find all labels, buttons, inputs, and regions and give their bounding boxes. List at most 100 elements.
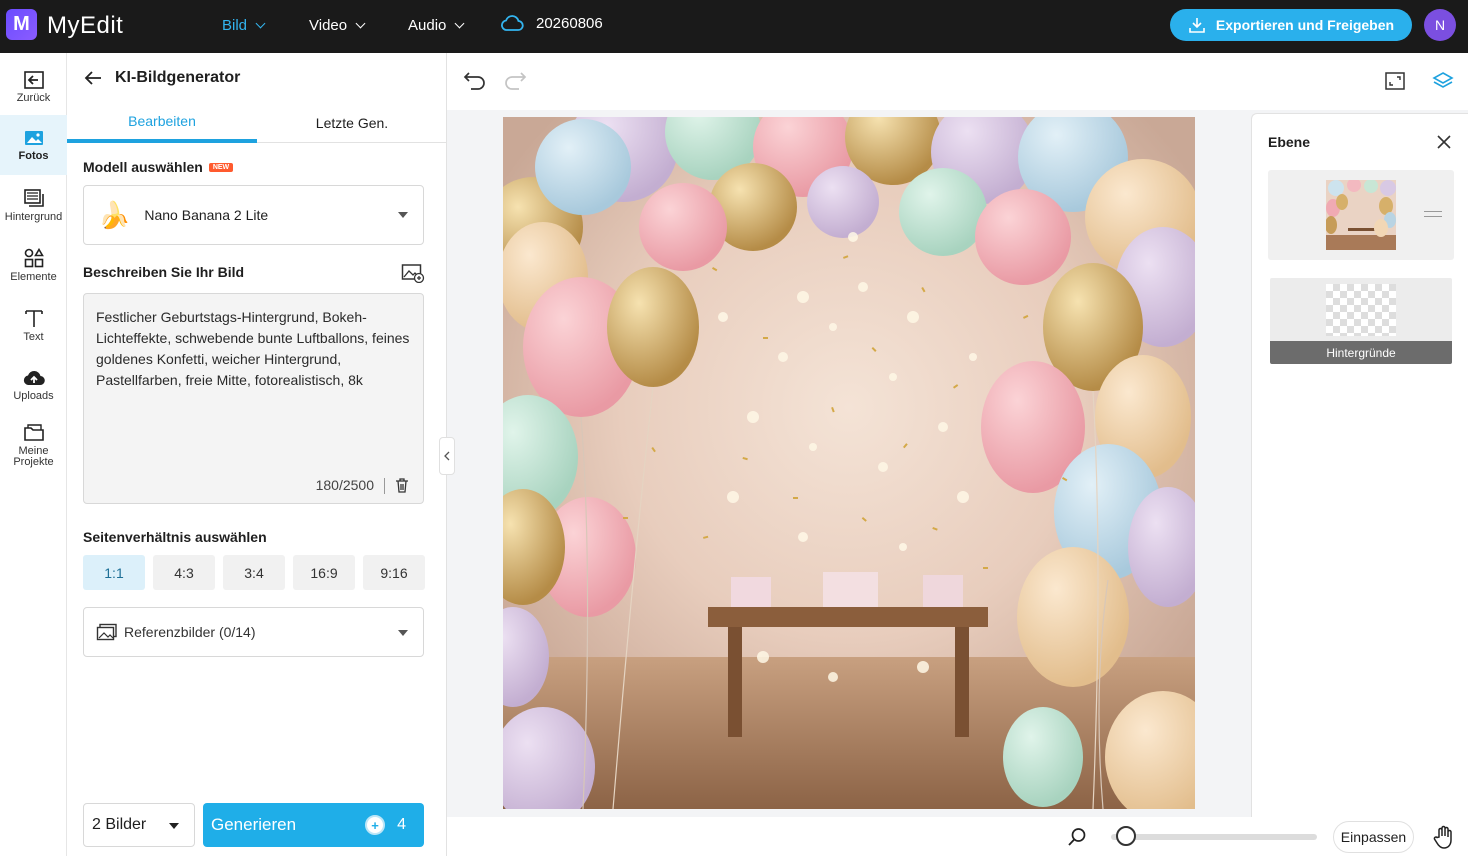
nav-video[interactable]: Video [309, 17, 366, 34]
panel-title: KI-Bildgenerator [115, 69, 241, 86]
background-label: Hintergründe [1270, 341, 1452, 364]
panel-header: KI-Bildgenerator [83, 69, 240, 87]
project-title: 20260806 [536, 14, 603, 32]
zoom-slider-track[interactable] [1111, 834, 1317, 840]
nav-label: Bild [222, 17, 248, 34]
panel-tabs: Bearbeiten Letzte Gen. [67, 103, 447, 143]
credit-count: 4 [397, 816, 406, 833]
drag-handle-icon[interactable] [1424, 211, 1442, 217]
rail-label: Zurück [16, 91, 51, 104]
rail-label: Uploads [13, 389, 54, 402]
ratio-option[interactable]: 1:1 [83, 555, 145, 590]
rail-label: Text [23, 330, 44, 343]
background-layer[interactable]: Hintergründe [1270, 278, 1452, 364]
rail-item-projects[interactable]: Meine Projekte [0, 415, 67, 477]
nav-label: Audio [408, 17, 447, 34]
credit-cost: + 4 [365, 815, 406, 835]
rail-item-uploads[interactable]: Uploads [0, 355, 67, 415]
rail-label: Elemente [10, 270, 57, 283]
layers-icon[interactable] [1432, 71, 1454, 91]
bottom-bar: Einpassen [447, 817, 1468, 856]
chevron-down-icon [454, 18, 465, 29]
rail-label: Meine Projekte [13, 445, 54, 468]
char-counter: 180/2500 [315, 477, 374, 493]
generated-image[interactable] [503, 117, 1195, 809]
fullscreen-icon[interactable] [1385, 72, 1405, 90]
layers-title: Ebene [1268, 134, 1311, 150]
export-button[interactable]: Exportieren und Freigeben [1170, 9, 1412, 41]
new-badge: NEW [208, 162, 234, 172]
chevron-down-icon [355, 18, 366, 29]
rail-item-photos[interactable]: Fotos [0, 115, 67, 175]
image-count-value: 2 Bilder [92, 816, 147, 833]
transparent-checker [1326, 284, 1396, 336]
prompt-text: Festlicher Geburtstags-Hintergrund, Boke… [96, 309, 410, 388]
chevron-left-icon [444, 451, 450, 461]
zoom-search-icon[interactable] [1067, 827, 1087, 847]
model-label: Modell auswählen [83, 159, 203, 175]
left-rail: Zurück Fotos Hintergrund Elemente Text U… [0, 53, 67, 856]
close-icon[interactable] [1436, 134, 1452, 150]
prompt-textarea[interactable]: Festlicher Geburtstags-Hintergrund, Boke… [83, 293, 424, 504]
ratio-option[interactable]: 3:4 [223, 555, 285, 590]
reference-images-select[interactable]: Referenzbilder (0/14) [83, 607, 424, 657]
back-arrow-icon[interactable] [83, 70, 103, 86]
tab-recent[interactable]: Letzte Gen. [257, 103, 447, 143]
layer-thumbnail [1326, 180, 1396, 250]
dropdown-arrow-icon [169, 823, 179, 829]
trash-icon[interactable] [395, 478, 409, 493]
nav-audio[interactable]: Audio [408, 17, 465, 34]
ratio-option[interactable]: 4:3 [153, 555, 215, 590]
app-name[interactable]: MyEdit [47, 12, 123, 40]
back-arrow-icon [23, 70, 44, 89]
nav-bild[interactable]: Bild [222, 17, 266, 34]
elements-icon [24, 247, 44, 267]
image-count-select[interactable]: 2 Bilder [83, 803, 195, 847]
ratio-option[interactable]: 16:9 [293, 555, 355, 590]
tab-edit[interactable]: Bearbeiten [67, 103, 257, 143]
undo-icon[interactable] [463, 71, 487, 91]
upload-cloud-icon [23, 370, 45, 385]
rail-item-elements[interactable]: Elemente [0, 235, 67, 295]
divider [384, 477, 385, 494]
fit-button[interactable]: Einpassen [1333, 821, 1414, 853]
export-label: Exportieren und Freigeben [1215, 17, 1395, 33]
generate-label: Generieren [211, 815, 297, 834]
photo-icon [24, 130, 43, 145]
nav-label: Video [309, 17, 348, 34]
dropdown-arrow-icon [398, 212, 408, 218]
birthday-balloons-image [503, 117, 1195, 809]
rail-item-back[interactable]: Zurück [0, 57, 67, 117]
generator-panel: KI-Bildgenerator Bearbeiten Letzte Gen. … [67, 53, 447, 856]
image-layer[interactable] [1268, 170, 1454, 260]
layers-panel: Ebene Hintergründe [1251, 113, 1468, 817]
hand-pan-icon[interactable] [1433, 825, 1455, 849]
describe-label: Beschreiben Sie Ihr Bild [83, 264, 245, 280]
prompt-footer: 180/2500 [316, 475, 409, 496]
model-section-label: Modell auswählen NEW [83, 159, 234, 175]
images-icon [96, 623, 117, 641]
cloud-icon [501, 15, 524, 31]
dropdown-arrow-icon [398, 630, 408, 636]
model-value: Nano Banana 2 Lite [144, 207, 269, 223]
avatar[interactable]: N [1424, 9, 1456, 41]
redo-icon[interactable] [503, 71, 527, 91]
project-name[interactable]: 20260806 [500, 14, 603, 32]
rail-label: Hintergrund [4, 210, 63, 223]
ratio-option[interactable]: 9:16 [363, 555, 425, 590]
ratio-label: Seitenverhältnis auswählen [83, 529, 267, 545]
rail-item-background[interactable]: Hintergrund [0, 175, 67, 235]
top-bar: M MyEdit Bild Video Audio 20260806 Expor… [0, 0, 1468, 53]
background-icon [23, 188, 44, 207]
text-icon [24, 309, 43, 327]
reference-label: Referenzbilder (0/14) [124, 624, 256, 640]
model-select[interactable]: 🍌 Nano Banana 2 Lite [83, 185, 424, 245]
collapse-panel-button[interactable] [439, 437, 455, 475]
generate-button[interactable]: Generieren + 4 [203, 803, 424, 847]
add-image-prompt-icon[interactable] [401, 263, 425, 286]
logo-icon[interactable]: M [6, 9, 37, 40]
zoom-slider-thumb[interactable] [1116, 826, 1136, 846]
ratio-options: 1:1 4:3 3:4 16:9 9:16 [83, 555, 425, 590]
banana-icon: 🍌 [98, 199, 131, 230]
rail-item-text[interactable]: Text [0, 295, 67, 355]
